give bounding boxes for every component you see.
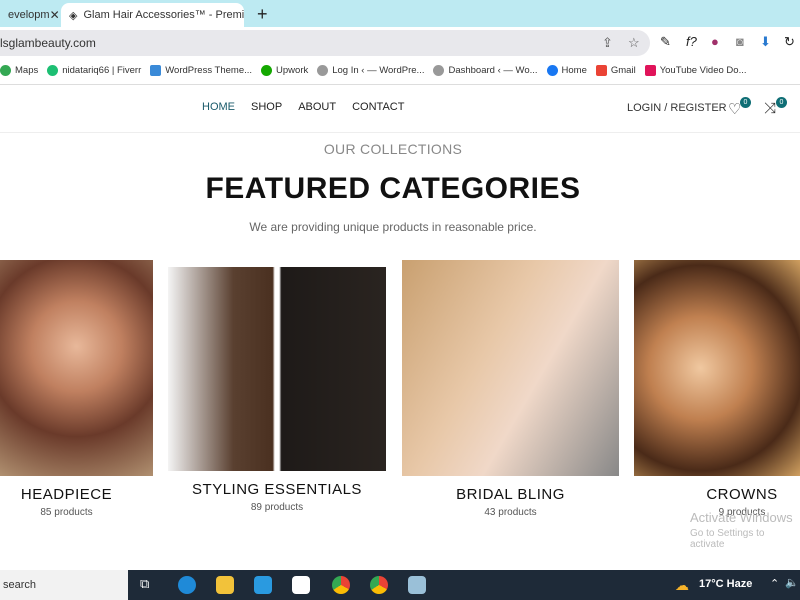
category-name[interactable]: BRIDAL BLING [402, 486, 619, 503]
wp-icon [317, 65, 329, 77]
chrome-icon[interactable] [332, 576, 350, 594]
wishlist-count-badge: 0 [740, 97, 751, 108]
bookmark-label: YouTube Video Do... [659, 65, 747, 77]
wp-icon [433, 65, 445, 77]
youtube-download-icon [644, 65, 656, 77]
volume-icon[interactable]: 🔈 [785, 576, 799, 589]
notes-icon[interactable] [408, 576, 426, 594]
address-bar-row: lsglambeauty.com ⇪ ☆ [0, 27, 800, 59]
bookmark-label: Maps [15, 65, 39, 77]
section-title: FEATURED CATEGORIES [205, 172, 581, 205]
taskbar-search[interactable]: search [0, 570, 128, 600]
edge-icon[interactable] [178, 576, 196, 594]
tab-title: Glam Hair Accessories™ - Premi [83, 9, 244, 21]
bookmark-label: WordPress Theme... [165, 65, 253, 77]
refresh-extension-icon[interactable]: ↻ [784, 34, 795, 50]
bookmark-facebook-home[interactable]: Home [546, 65, 587, 77]
category-card-styling-essentials[interactable]: STYLING ESSENTIALS 89 products [168, 267, 386, 513]
activate-windows-hint: Go to Settings to activate [690, 528, 765, 550]
section-subtitle: OUR COLLECTIONS [323, 141, 463, 157]
tab-bar: evelopm ✕ ◈ Glam Hair Accessories™ - Premi… [0, 0, 800, 27]
category-image[interactable] [402, 260, 619, 476]
bookmark-label: nidatariq66 | Fiverr [62, 65, 142, 77]
section-description: We are providing unique products in reas… [249, 220, 537, 234]
nav-home[interactable]: HOME [202, 101, 235, 113]
tab-1[interactable]: evelopm ✕ [0, 3, 60, 27]
site-favicon-icon: ◈ [69, 9, 78, 22]
bookmark-dashboard[interactable]: Dashboard ‹ — Wo... [433, 65, 538, 77]
weather-text[interactable]: 17°C Haze [699, 578, 752, 590]
category-image[interactable] [634, 260, 800, 476]
category-card-crowns[interactable]: CROWNS 9 products [634, 260, 800, 518]
category-name[interactable]: STYLING ESSENTIALS [168, 481, 386, 498]
star-icon[interactable]: ☆ [628, 30, 640, 56]
download-extension-icon[interactable]: ⬇ [760, 34, 771, 50]
compare-shuffle-icon[interactable]: ⤨ [764, 100, 776, 117]
category-count: 43 products [484, 507, 537, 518]
bookmark-label: Home [561, 65, 587, 77]
bookmarks-bar: Maps nidatariq66 | Fiverr WordPress Them… [0, 59, 800, 83]
nav-shop[interactable]: SHOP [251, 101, 282, 113]
bookmark-maps[interactable]: Maps [0, 65, 39, 77]
compare-count-badge: 0 [776, 97, 787, 108]
gmail-icon [595, 65, 607, 77]
bookmark-gmail[interactable]: Gmail [595, 65, 636, 77]
task-view-icon[interactable]: ⧉ [140, 576, 158, 594]
bookmark-label: Dashboard ‹ — Wo... [448, 65, 538, 77]
windows-taskbar: search ⧉ ☁ 17°C Haze ⌃ 🔈 [0, 570, 800, 600]
bookmark-label: Gmail [610, 65, 636, 77]
font-extension-icon[interactable]: f? [686, 34, 697, 49]
url-text: lsglambeauty.com [0, 36, 96, 50]
bookmark-fiverr[interactable]: nidatariq66 | Fiverr [47, 65, 142, 77]
close-icon[interactable]: ✕ [50, 8, 60, 22]
tab-2-active[interactable]: ◈Glam Hair Accessories™ - Premi✕ [61, 3, 244, 27]
category-image[interactable] [168, 267, 386, 471]
main-nav: HOME SHOP ABOUT CONTACT [202, 101, 404, 113]
bookmark-label: Upwork [276, 65, 309, 77]
category-card-bridal-bling[interactable]: BRIDAL BLING 43 products [402, 260, 619, 518]
chrome-icon[interactable] [370, 576, 388, 594]
search-label: search [3, 579, 37, 591]
divider [0, 132, 800, 133]
color-extension-icon[interactable]: ● [711, 34, 719, 49]
bookmark-youtube-downloader[interactable]: YouTube Video Do... [644, 65, 747, 77]
category-count: 85 products [40, 507, 93, 518]
url-input[interactable]: lsglambeauty.com ⇪ ☆ [0, 30, 650, 56]
weather-icon: ☁ [675, 577, 689, 593]
share-icon[interactable]: ⇪ [602, 30, 613, 56]
category-count: 89 products [250, 502, 304, 513]
bookmark-login[interactable]: Log In ‹ — WordPre... [317, 65, 425, 77]
nav-about[interactable]: ABOUT [298, 101, 336, 113]
eyedropper-extension-icon[interactable]: ✎ [660, 34, 671, 50]
facebook-icon [546, 65, 558, 77]
bookmark-wordpress-themes[interactable]: WordPress Theme... [150, 65, 253, 77]
category-card-headpiece[interactable]: HEADPIECE 85 products [0, 260, 153, 518]
bookmark-upwork[interactable]: Upwork [261, 65, 309, 77]
fiverr-icon [47, 65, 59, 77]
divider [0, 84, 800, 85]
bookmark-label: Log In ‹ — WordPre... [332, 65, 425, 77]
file-explorer-icon[interactable] [216, 576, 234, 594]
new-tab-button[interactable]: + [257, 4, 268, 25]
camera-extension-icon[interactable]: ◙ [736, 34, 744, 49]
upwork-icon [261, 65, 273, 77]
category-image[interactable] [0, 260, 153, 476]
store-icon[interactable] [292, 576, 310, 594]
theme-icon [150, 65, 162, 77]
nav-contact[interactable]: CONTACT [352, 101, 404, 113]
category-name[interactable]: CROWNS [634, 486, 800, 503]
mail-icon[interactable] [254, 576, 272, 594]
chevron-up-icon[interactable]: ⌃ [770, 577, 779, 590]
login-register-link[interactable]: LOGIN / REGISTER [627, 102, 727, 114]
category-name[interactable]: HEADPIECE [0, 486, 153, 503]
tab-title: evelopm [8, 9, 50, 21]
activate-windows-watermark: Activate Windows [690, 510, 793, 525]
maps-icon [0, 65, 11, 77]
